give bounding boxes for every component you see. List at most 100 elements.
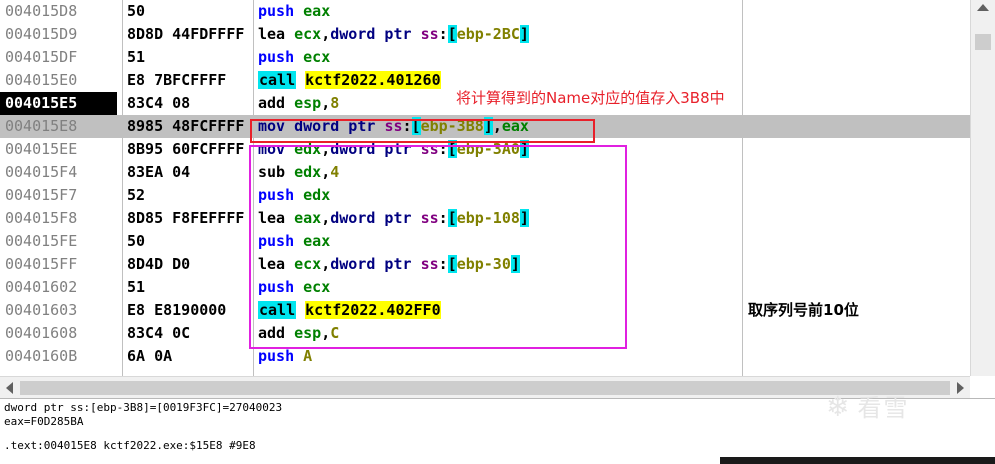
row-comment: [748, 161, 968, 184]
row-address: 004015F4: [5, 163, 78, 181]
row-address: 00401608: [5, 324, 78, 342]
scroll-up-arrow-icon[interactable]: [977, 4, 989, 11]
row-bytes: 50: [127, 232, 146, 250]
row-comment: 取序列号前10位: [748, 301, 859, 319]
instruction-token: [294, 2, 303, 20]
instruction-token: push: [258, 48, 295, 66]
row-comment: [748, 276, 968, 299]
column-divider: [122, 0, 123, 376]
instruction-token: [: [447, 25, 457, 43]
watermark: ❄ 看雪: [826, 388, 909, 423]
disasm-row[interactable]: 004015D9 8D8D 44FDFFFF lea ecx,dword ptr s…: [0, 23, 970, 46]
disasm-row[interactable]: 004015DF 51 push ecx: [0, 46, 970, 69]
row-address: 0040160B: [5, 347, 78, 365]
instruction-token: ,: [321, 94, 331, 112]
row-address: 004015EE: [5, 140, 78, 158]
row-comment: [748, 322, 968, 345]
instruction-token: [296, 71, 305, 89]
row-bytes: 51: [127, 48, 146, 66]
highlight-box-red: [250, 119, 595, 143]
scroll-left-arrow-icon[interactable]: [6, 382, 13, 394]
instruction-token: ecx: [294, 25, 322, 43]
instruction-token: 8: [330, 94, 340, 112]
row-bytes: 83C4 08: [127, 94, 191, 112]
instruction-token: [294, 347, 303, 365]
row-comment: [748, 46, 968, 69]
row-bytes: 83EA 04: [127, 163, 191, 181]
instruction-token: lea: [258, 25, 286, 43]
instruction-token: call: [258, 71, 297, 89]
row-comment: [748, 69, 968, 92]
instruction-token: ss: [420, 25, 439, 43]
row-address: 004015F8: [5, 209, 78, 227]
vertical-scrollbar[interactable]: [970, 0, 995, 376]
row-address: 004015FE: [5, 232, 78, 250]
instruction-token: eax: [303, 2, 331, 20]
vertical-scroll-thumb[interactable]: [975, 34, 991, 50]
instruction-token: [285, 25, 294, 43]
row-bytes: 8D85 F8FEFFFF: [127, 209, 245, 227]
row-bytes: 8D8D 44FDFFFF: [127, 25, 245, 43]
highlight-box-magenta: [249, 145, 627, 349]
info-line-register: eax=F0D285BA: [4, 415, 84, 428]
row-bytes: 8D4D D0: [127, 255, 191, 273]
row-comment: [748, 23, 968, 46]
row-comment: [748, 115, 968, 138]
horizontal-scrollbar[interactable]: [0, 376, 970, 398]
row-address: 00401603: [5, 301, 78, 319]
row-bytes: 8985 48FCFFFF: [127, 117, 245, 135]
row-bytes: 6A 0A: [127, 347, 173, 365]
info-line-operand: dword ptr ss:[ebp-3B8]=[0019F3FC]=270400…: [4, 401, 283, 414]
instruction-token: ecx: [303, 48, 331, 66]
row-comment: [748, 230, 968, 253]
row-address: 004015F7: [5, 186, 78, 204]
disassembly-view[interactable]: 004015D8 50 push eax 004015D9 8D8D 44FDFFFF l…: [0, 0, 995, 399]
row-comment: [748, 0, 968, 23]
row-address: 00401602: [5, 278, 78, 296]
instruction-token: esp: [294, 94, 322, 112]
row-comment: [748, 138, 968, 161]
instruction-token: dword ptr: [330, 25, 412, 43]
row-bytes: E8 E8190000: [127, 301, 227, 319]
instruction-token: ebp-2BC: [456, 25, 520, 43]
row-instruction: push eax: [258, 0, 738, 23]
row-comment: [748, 345, 968, 368]
row-instruction: lea ecx,dword ptr ss:[ebp-2BC]: [258, 23, 738, 46]
row-address: 004015E8: [5, 117, 78, 135]
row-bytes: E8 7BFCFFFF: [127, 71, 227, 89]
info-line-location: .text:004015E8 kctf2022.exe:$15E8 #9E8: [4, 439, 256, 452]
row-address: 004015D8: [5, 2, 78, 20]
instruction-token: push: [258, 347, 295, 365]
snowflake-logo-icon: ❄: [826, 390, 852, 423]
horizontal-scroll-thumb[interactable]: [20, 381, 950, 395]
instruction-token: [412, 25, 421, 43]
row-comment: [748, 184, 968, 207]
instruction-token: kctf2022.401260: [305, 71, 441, 89]
instruction-token: add: [258, 94, 286, 112]
status-bar: [720, 457, 995, 464]
watermark-text: 看雪: [857, 394, 910, 422]
row-address: 004015D9: [5, 25, 78, 43]
row-comment: [748, 207, 968, 230]
instruction-token: [294, 48, 303, 66]
instruction-token: ,: [321, 25, 331, 43]
row-comment: [748, 253, 968, 276]
row-address: 004015E5: [0, 92, 117, 115]
row-address: 004015DF: [5, 48, 78, 66]
instruction-token: ]: [519, 25, 529, 43]
row-instruction: push ecx: [258, 46, 738, 69]
row-address: 004015E0: [5, 71, 78, 89]
annotation-text: 将计算得到的Name对应的值存入3B8中: [456, 89, 725, 107]
row-bytes: 51: [127, 278, 146, 296]
row-comment: [748, 92, 968, 115]
disasm-row[interactable]: 004015D8 50 push eax: [0, 0, 970, 23]
row-address: 004015FF: [5, 255, 78, 273]
instruction-token: :: [438, 25, 448, 43]
scroll-right-arrow-icon[interactable]: [957, 382, 964, 394]
instruction-token: push: [258, 2, 295, 20]
instruction-token: A: [303, 347, 313, 365]
row-bytes: 52: [127, 186, 146, 204]
row-bytes: 83C4 0C: [127, 324, 191, 342]
row-bytes: 50: [127, 2, 146, 20]
instruction-token: [285, 94, 294, 112]
